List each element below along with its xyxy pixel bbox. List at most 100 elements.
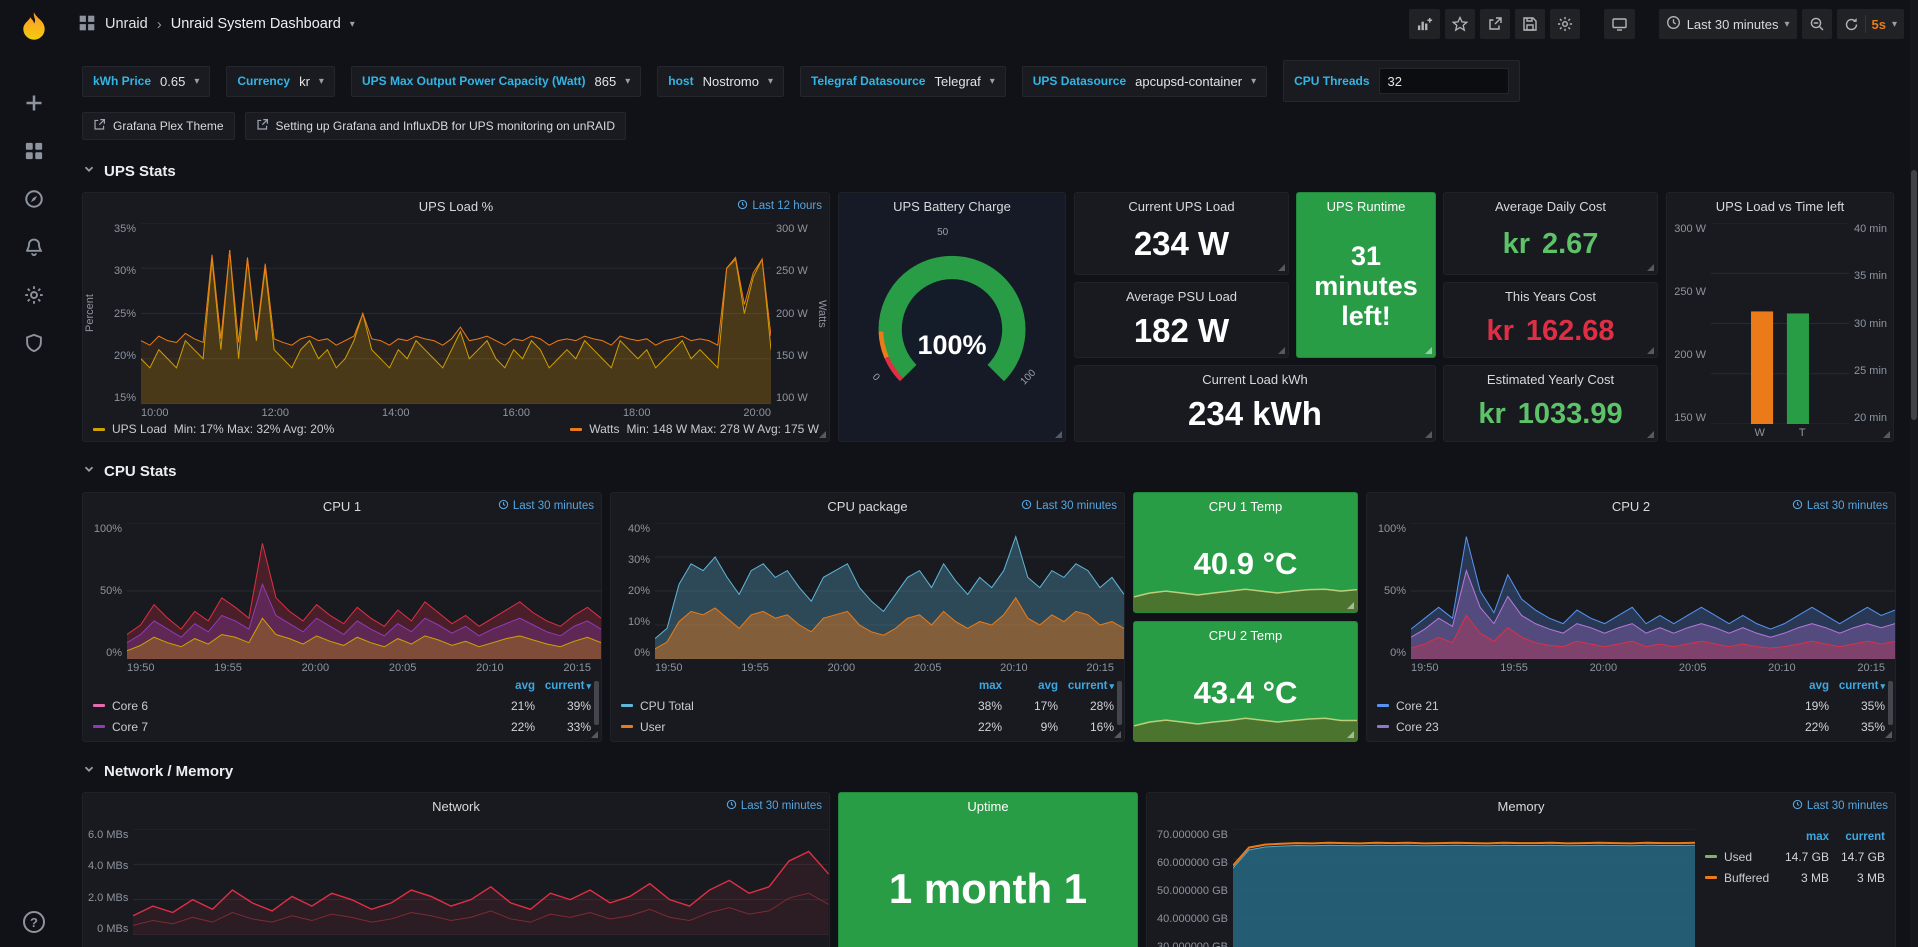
panel-title[interactable]: Estimated Yearly Cost: [1487, 372, 1614, 387]
zoom-out-button[interactable]: [1802, 9, 1832, 39]
variable-currency[interactable]: Currency kr ▾: [226, 66, 335, 97]
cpu1-chart[interactable]: [127, 523, 601, 659]
network-chart[interactable]: [133, 829, 829, 935]
refresh-button[interactable]: 5s ▾: [1837, 9, 1905, 39]
legend-col-max[interactable]: max: [1773, 831, 1829, 843]
panel-title[interactable]: UPS Load vs Time left: [1716, 199, 1845, 214]
legend-swatch[interactable]: [1705, 876, 1717, 879]
legend-item[interactable]: Watts Min: 148 W Max: 278 W Avg: 175 W: [570, 422, 819, 436]
refresh-caret-icon[interactable]: ▾: [1892, 19, 1897, 30]
breadcrumb-folder[interactable]: Unraid: [105, 16, 148, 32]
legend-scrollbar[interactable]: [594, 681, 599, 725]
sidebar-server-admin-button[interactable]: [23, 332, 45, 354]
legend-series-name[interactable]: UPS Load: [112, 422, 167, 436]
panel-title[interactable]: CPU 1: [323, 499, 361, 514]
legend-series-name[interactable]: Buffered: [1724, 871, 1769, 885]
legend-col-avg[interactable]: avg: [1002, 680, 1058, 692]
sidebar-help-button[interactable]: ?: [23, 911, 45, 933]
share-button[interactable]: [1480, 9, 1510, 39]
cpu2-chart[interactable]: [1411, 523, 1895, 659]
panel-title[interactable]: Current UPS Load: [1128, 199, 1234, 214]
legend-col-avg[interactable]: avg: [479, 680, 535, 692]
panel-title[interactable]: CPU package: [827, 499, 907, 514]
section-cpu-stats[interactable]: CPU Stats: [82, 456, 1904, 486]
legend-col-current[interactable]: current▾: [1829, 680, 1885, 692]
refresh-interval-label[interactable]: 5s: [1872, 17, 1886, 32]
legend-swatch[interactable]: [1705, 855, 1717, 858]
user-avatar[interactable]: [20, 863, 48, 891]
variable-host[interactable]: host Nostromo ▾: [657, 66, 784, 97]
panel-title[interactable]: Current Load kWh: [1202, 372, 1308, 387]
legend-series-name[interactable]: Used: [1724, 850, 1752, 864]
memory-chart[interactable]: [1233, 829, 1695, 947]
legend-col-current[interactable]: current▾: [1058, 680, 1114, 692]
legend-swatch[interactable]: [1377, 704, 1389, 707]
legend-col-avg[interactable]: avg: [1773, 680, 1829, 692]
dashboard-title[interactable]: Unraid System Dashboard: [171, 16, 341, 32]
panel-title[interactable]: Network: [432, 799, 480, 814]
variable-ups-max-output[interactable]: UPS Max Output Power Capacity (Watt) 865…: [351, 66, 641, 97]
panel-title[interactable]: UPS Battery Charge: [893, 199, 1011, 214]
save-button[interactable]: [1515, 9, 1545, 39]
legend-col-max[interactable]: max: [946, 680, 1002, 692]
dashboard-link-grafana-plex-theme[interactable]: Grafana Plex Theme: [82, 112, 235, 140]
panel-title[interactable]: Average Daily Cost: [1495, 199, 1606, 214]
legend-col-current[interactable]: current: [1829, 831, 1885, 843]
panel-title[interactable]: CPU 2: [1612, 499, 1650, 514]
load-vs-time-chart[interactable]: [1711, 223, 1849, 424]
star-button[interactable]: [1445, 9, 1475, 39]
legend-swatch[interactable]: [621, 704, 633, 707]
time-range-picker[interactable]: Last 30 minutes ▾: [1659, 9, 1797, 39]
panel-title[interactable]: Memory: [1498, 799, 1545, 814]
page-scrollbar-thumb[interactable]: [1911, 170, 1917, 420]
legend-series-name[interactable]: Core 7: [112, 720, 148, 734]
sidebar-explore-button[interactable]: [23, 188, 45, 210]
legend-col-current[interactable]: current▾: [535, 680, 591, 692]
legend-series-name[interactable]: Core 23: [1396, 720, 1439, 734]
legend-scrollbar[interactable]: [1117, 681, 1122, 725]
page-scrollbar[interactable]: [1910, 0, 1918, 947]
panel-title[interactable]: UPS Load %: [419, 199, 493, 214]
sidebar-configuration-button[interactable]: [23, 284, 45, 306]
dashboard-link-ups-monitoring-guide[interactable]: Setting up Grafana and InfluxDB for UPS …: [245, 112, 627, 140]
panel-title[interactable]: UPS Runtime: [1327, 199, 1406, 214]
add-panel-button[interactable]: [1409, 9, 1440, 39]
legend-swatch[interactable]: [93, 725, 105, 728]
legend-series-name[interactable]: Core 21: [1396, 699, 1439, 713]
cpu-package-chart[interactable]: [655, 523, 1124, 659]
sidebar-dashboards-button[interactable]: [23, 140, 45, 162]
panel-title[interactable]: Uptime: [967, 799, 1008, 814]
cpu-threads-input[interactable]: [1379, 68, 1509, 94]
legend-scrollbar[interactable]: [1888, 681, 1893, 725]
panel-time-badge[interactable]: Last 30 minutes: [1792, 493, 1888, 519]
panel-time-badge[interactable]: Last 30 minutes: [726, 793, 822, 819]
ups-load-chart[interactable]: [141, 223, 771, 404]
variable-ups-datasource[interactable]: UPS Datasource apcupsd-container ▾: [1022, 66, 1267, 97]
panel-title[interactable]: CPU 1 Temp: [1209, 499, 1282, 514]
section-network-memory[interactable]: Network / Memory: [82, 756, 1904, 786]
panel-time-badge[interactable]: Last 30 minutes: [498, 493, 594, 519]
legend-swatch[interactable]: [621, 725, 633, 728]
panel-title[interactable]: This Years Cost: [1505, 289, 1596, 304]
legend-series-name[interactable]: CPU Total: [640, 699, 694, 713]
variable-telegraf-datasource[interactable]: Telegraf Datasource Telegraf ▾: [800, 66, 1006, 97]
legend-item[interactable]: UPS Load Min: 17% Max: 32% Avg: 20%: [93, 422, 334, 436]
variable-kwh-price[interactable]: kWh Price 0.65 ▾: [82, 66, 210, 97]
panel-time-badge[interactable]: Last 30 minutes: [1021, 493, 1117, 519]
sidebar-create-button[interactable]: [23, 92, 45, 114]
panel-time-badge[interactable]: Last 30 minutes: [1792, 793, 1888, 819]
legend-series-name[interactable]: User: [640, 720, 665, 734]
legend-series-name[interactable]: Core 6: [112, 699, 148, 713]
title-caret-icon[interactable]: ▾: [350, 19, 355, 30]
sidebar-alerting-button[interactable]: [23, 236, 45, 258]
panel-time-badge[interactable]: Last 12 hours: [737, 193, 822, 219]
panel-title[interactable]: Average PSU Load: [1126, 289, 1237, 304]
legend-swatch[interactable]: [1377, 725, 1389, 728]
legend-swatch[interactable]: [93, 704, 105, 707]
cycle-view-button[interactable]: [1604, 9, 1635, 39]
grafana-logo[interactable]: [15, 10, 53, 48]
legend-series-name[interactable]: Watts: [589, 422, 619, 436]
panel-title[interactable]: CPU 2 Temp: [1209, 628, 1282, 643]
dashboard-settings-button[interactable]: [1550, 9, 1580, 39]
section-ups-stats[interactable]: UPS Stats: [82, 156, 1904, 186]
